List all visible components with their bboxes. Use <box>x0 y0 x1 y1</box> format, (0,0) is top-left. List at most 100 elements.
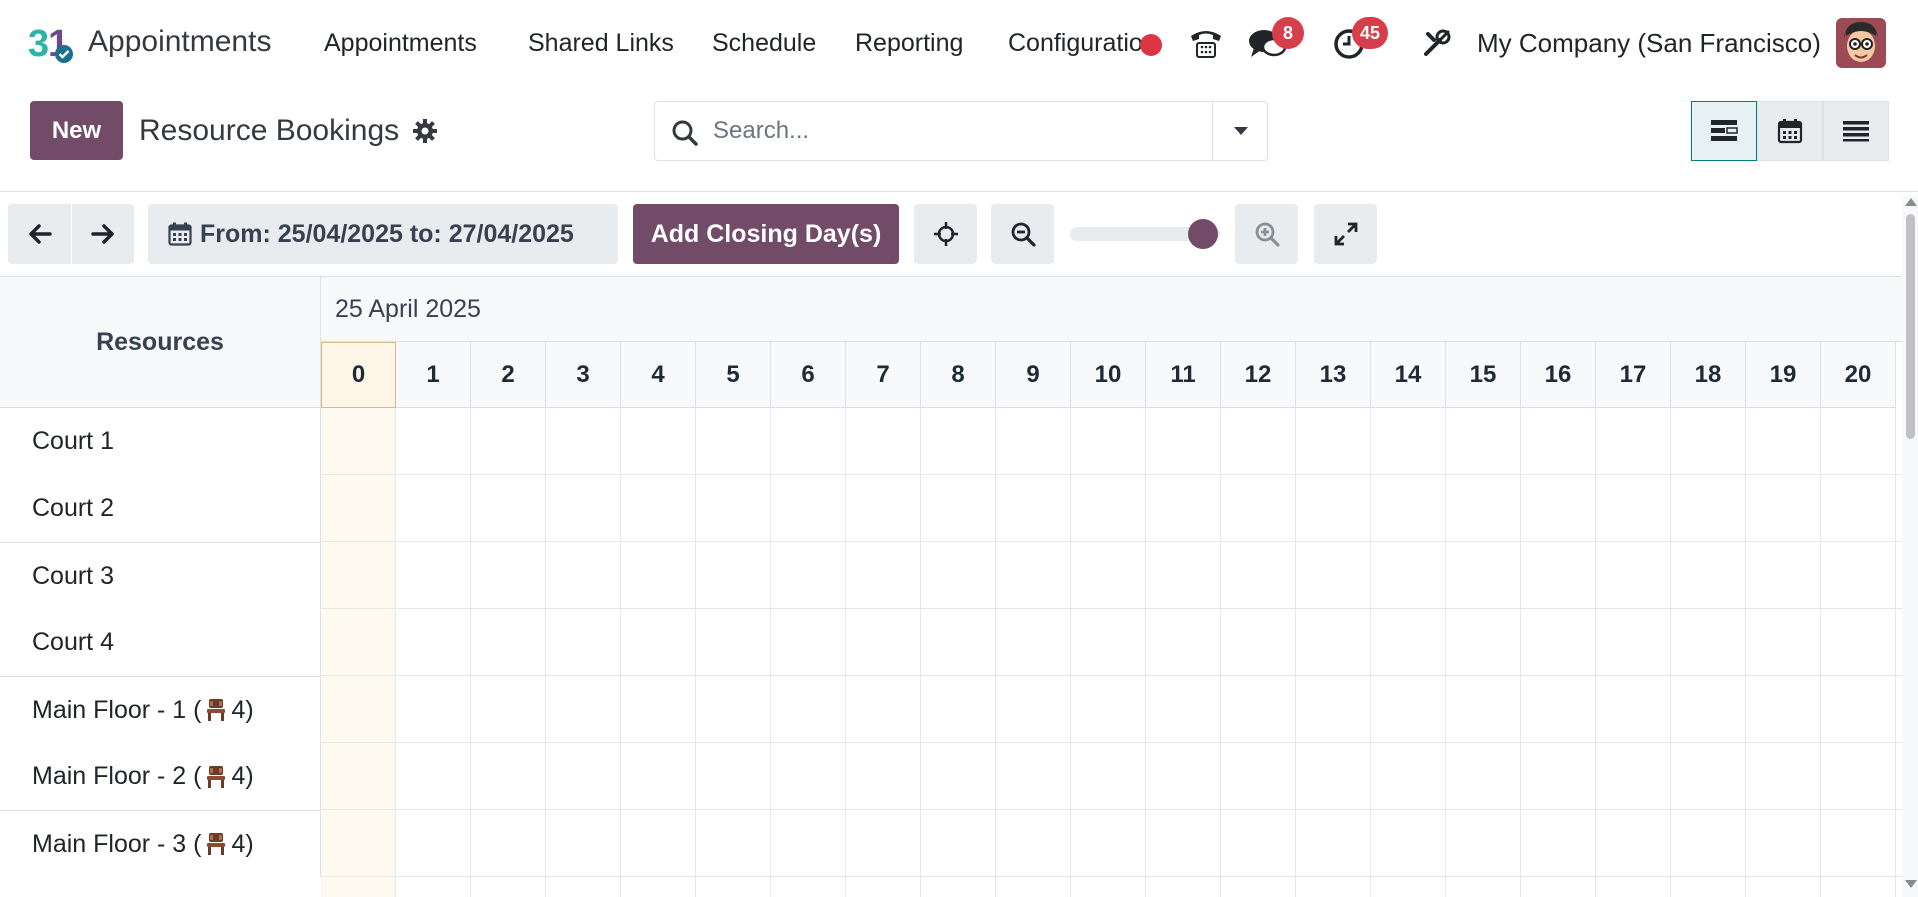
hour-gridline <box>1220 408 1221 897</box>
zoom-slider-fill <box>1070 227 1183 241</box>
hour-gridline <box>1070 408 1071 897</box>
scroll-down-arrow-icon[interactable] <box>1905 880 1917 888</box>
search-bar <box>654 101 1268 161</box>
resource-name: Main Floor - 1 ( <box>32 695 202 724</box>
hour-gridline <box>1895 408 1896 897</box>
resource-row[interactable]: Main Floor - 1 (4) <box>0 676 321 743</box>
resource-row[interactable]: Court 4 <box>0 609 321 676</box>
row-gridline <box>321 675 1902 676</box>
resource-name: Court 1 <box>32 427 114 455</box>
date-range-picker[interactable]: From: 25/04/2025 to: 27/04/2025 <box>148 204 618 264</box>
crosshairs-icon <box>933 222 958 246</box>
scrollbar-thumb[interactable] <box>1906 214 1915 439</box>
resource-name: Main Floor - 2 ( <box>32 762 202 790</box>
focus-today-button[interactable] <box>914 204 977 264</box>
chair-icon <box>207 765 226 788</box>
hour-header-9: 9 <box>996 342 1071 408</box>
date-range-label: From: 25/04/2025 to: 27/04/2025 <box>200 219 574 248</box>
gantt-view-icon <box>1711 120 1738 141</box>
resource-row[interactable]: Court 2 <box>0 475 321 542</box>
fullscreen-button[interactable] <box>1314 204 1377 264</box>
svg-text:3: 3 <box>28 23 49 64</box>
hour-header-14: 14 <box>1371 342 1446 408</box>
hour-gridline <box>1745 408 1746 897</box>
resource-row[interactable]: Court 3 <box>0 542 321 609</box>
zoom-out-icon <box>1011 222 1036 247</box>
scroll-up-arrow-icon[interactable] <box>1905 198 1917 206</box>
search-options-toggle[interactable] <box>1212 101 1268 161</box>
hour-header-15: 15 <box>1446 342 1521 408</box>
hour-gridline <box>1595 408 1596 897</box>
list-view-icon <box>1843 121 1869 142</box>
hour-header-0: 0 <box>321 342 396 408</box>
control-panel-divider <box>0 191 1918 192</box>
phone-icon[interactable] <box>1188 26 1224 60</box>
app-name[interactable]: Appointments <box>88 25 271 59</box>
resource-name: Main Floor - 3 ( <box>32 829 202 858</box>
previous-period-button[interactable] <box>8 204 71 264</box>
menu-appointments[interactable]: Appointments <box>324 29 477 58</box>
new-button[interactable]: New <box>30 101 123 160</box>
hour-header-12: 12 <box>1221 342 1296 408</box>
hour-gridline <box>1520 408 1521 897</box>
view-calendar-button[interactable] <box>1757 101 1823 161</box>
user-avatar[interactable] <box>1836 18 1886 68</box>
search-icon <box>672 120 698 146</box>
hour-gridline <box>395 408 396 897</box>
caret-down-icon <box>1233 127 1248 135</box>
hour-header-19: 19 <box>1746 342 1821 408</box>
hour-gridline <box>545 408 546 897</box>
resource-row[interactable]: Main Floor - 3 ( 4) <box>0 810 321 877</box>
messages-count-badge: 8 <box>1272 17 1304 49</box>
hour-gridline <box>1445 408 1446 897</box>
hour-gridline <box>1820 408 1821 897</box>
hour-header-5: 5 <box>696 342 771 408</box>
today-column-highlight <box>321 408 396 897</box>
hour-header-3: 3 <box>546 342 621 408</box>
menu-shared-links[interactable]: Shared Links <box>528 29 674 58</box>
zoom-slider-handle[interactable] <box>1187 219 1218 249</box>
hour-header-6: 6 <box>771 342 846 408</box>
view-gantt-button[interactable] <box>1691 101 1757 161</box>
resource-name: Court 2 <box>32 494 114 522</box>
resources-column-header: Resources <box>0 277 321 408</box>
zoom-out-button[interactable] <box>991 204 1054 264</box>
resource-capacity: 4) <box>231 762 254 790</box>
view-list-button[interactable] <box>1823 101 1889 161</box>
hour-header-11: 11 <box>1146 342 1221 408</box>
hour-gridline <box>845 408 846 897</box>
hour-header-10: 10 <box>1071 342 1146 408</box>
row-gridline <box>321 608 1902 609</box>
debug-tools-icon[interactable] <box>1422 28 1452 58</box>
add-closing-days-button[interactable]: Add Closing Day(s) <box>633 204 899 264</box>
hour-header-17: 17 <box>1596 342 1671 408</box>
hour-header-20: 20 <box>1821 342 1896 408</box>
search-input[interactable] <box>713 112 1253 150</box>
gear-icon[interactable] <box>412 118 438 144</box>
company-switcher[interactable]: My Company (San Francisco) <box>1477 28 1821 59</box>
next-period-button[interactable] <box>72 204 134 264</box>
appointments-app-logo-icon[interactable]: 3 1 <box>28 22 76 64</box>
zoom-in-icon <box>1255 222 1280 247</box>
row-gridline <box>321 876 1902 877</box>
menu-schedule[interactable]: Schedule <box>712 29 816 58</box>
recording-indicator-icon <box>1140 34 1162 56</box>
hour-gridline <box>920 408 921 897</box>
hour-header-18: 18 <box>1671 342 1746 408</box>
hour-gridline <box>1370 408 1371 897</box>
date-header: 25 April 2025 <box>321 277 1902 342</box>
hour-gridline <box>620 408 621 897</box>
hour-header-8: 8 <box>921 342 996 408</box>
hour-gridline <box>770 408 771 897</box>
menu-reporting[interactable]: Reporting <box>855 29 963 58</box>
resource-capacity: 4) <box>231 829 254 858</box>
hour-gridline <box>1295 408 1296 897</box>
arrow-left-icon <box>28 224 52 244</box>
resource-row[interactable]: Main Floor - 2 ( 4) <box>0 743 321 810</box>
calendar-icon <box>168 222 192 246</box>
chair-icon <box>207 833 226 855</box>
resource-row[interactable]: Court 1 <box>0 408 321 475</box>
zoom-in-button[interactable] <box>1235 204 1298 264</box>
row-gridline <box>321 474 1902 475</box>
hour-header-1: 1 <box>396 342 471 408</box>
